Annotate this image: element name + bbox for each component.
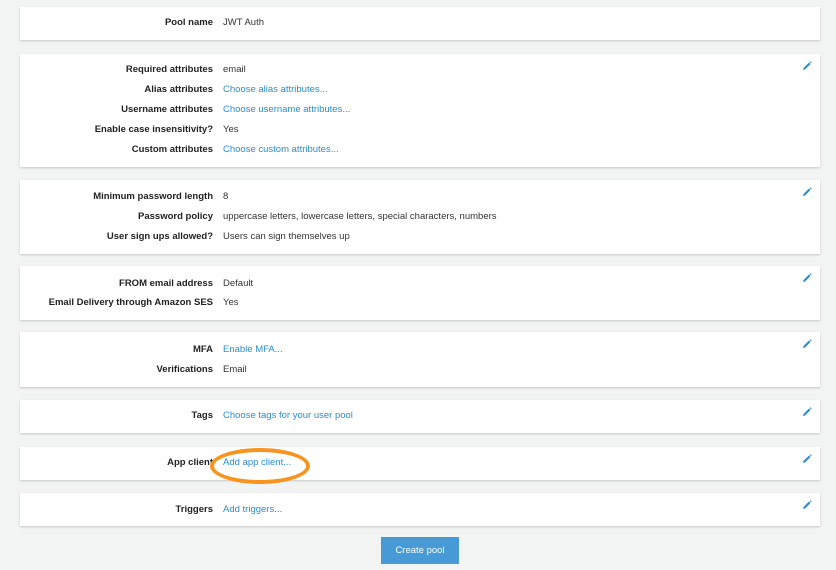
row-tags: Tags Choose tags for your user pool bbox=[20, 409, 820, 423]
section-card: App client Add app client... bbox=[20, 447, 820, 480]
row-mfa: MFA Enable MFA... bbox=[20, 343, 820, 357]
row-username-attributes: Username attributes Choose username attri… bbox=[20, 103, 820, 117]
field-value: Yes bbox=[223, 124, 239, 135]
field-label: Password policy bbox=[138, 211, 213, 222]
pencil-edit-icon[interactable] bbox=[802, 407, 812, 417]
row-password-policy: Password policy uppercase letters, lowerc… bbox=[20, 210, 820, 224]
field-label: App client bbox=[167, 457, 213, 468]
row-alias-attributes: Alias attributes Choose alias attributes.… bbox=[20, 83, 820, 97]
field-label: Required attributes bbox=[125, 64, 213, 75]
mfa-link[interactable]: Enable MFA... bbox=[223, 343, 283, 357]
custom-attributes-link[interactable]: Choose custom attributes... bbox=[223, 143, 339, 157]
row-from-email-address: FROM email address Default bbox=[20, 277, 820, 291]
triggers-link[interactable]: Add triggers... bbox=[223, 503, 282, 517]
section-card: Required attributes email Alias attributes… bbox=[20, 54, 820, 167]
section-card: Minimum password length 8 Password policy u… bbox=[20, 180, 820, 254]
field-label: Triggers bbox=[175, 504, 214, 515]
field-label: Tags bbox=[191, 410, 213, 421]
field-label: MFA bbox=[192, 344, 213, 355]
field-label: Verifications bbox=[156, 364, 214, 375]
row-enable-case-insensitivity: Enable case insensitivity? Yes bbox=[20, 123, 820, 137]
pencil-edit-icon[interactable] bbox=[802, 187, 812, 197]
field-value: Default bbox=[223, 278, 254, 289]
section-card: Pool name JWT Auth bbox=[20, 7, 820, 40]
create-pool-button[interactable]: Create pool bbox=[381, 537, 459, 564]
field-label: Email Delivery through Amazon SES bbox=[48, 297, 213, 308]
field-label: Custom attributes bbox=[131, 144, 213, 155]
field-value: Yes bbox=[223, 297, 239, 308]
section-card: FROM email address Default Email Delivery … bbox=[20, 266, 820, 320]
row-custom-attributes: Custom attributes Choose custom attribute… bbox=[20, 143, 820, 157]
field-value: JWT Auth bbox=[223, 17, 265, 28]
field-label: Pool name bbox=[164, 17, 213, 28]
section-card: MFA Enable MFA... Verifications Email bbox=[20, 332, 820, 387]
row-app-client: App client Add app client... bbox=[20, 456, 820, 470]
app-client-link[interactable]: Add app client... bbox=[223, 456, 291, 470]
field-label: Username attributes bbox=[121, 104, 213, 115]
row-required-attributes: Required attributes email bbox=[20, 63, 820, 77]
tags-link[interactable]: Choose tags for your user pool bbox=[223, 409, 353, 423]
row-email-delivery-through-amazon-ses: Email Delivery through Amazon SES Yes bbox=[20, 296, 820, 310]
alias-attributes-link[interactable]: Choose alias attributes... bbox=[223, 83, 328, 97]
section-card: Tags Choose tags for your user pool bbox=[20, 400, 820, 433]
field-value: Email bbox=[223, 364, 247, 375]
pencil-edit-icon[interactable] bbox=[802, 273, 812, 283]
field-value: email bbox=[223, 64, 246, 75]
field-label: FROM email address bbox=[119, 278, 213, 289]
row-pool-name: Pool name JWT Auth bbox=[20, 16, 820, 30]
row-user-sign-ups-allowed: User sign ups allowed? Users can sign the… bbox=[20, 230, 820, 244]
field-label: Minimum password length bbox=[93, 191, 213, 202]
field-value: Users can sign themselves up bbox=[223, 231, 350, 242]
field-label: Alias attributes bbox=[144, 84, 213, 95]
field-value: uppercase letters, lowercase letters, sp… bbox=[223, 211, 497, 222]
pencil-edit-icon[interactable] bbox=[802, 500, 812, 510]
section-card: Triggers Add triggers... bbox=[20, 493, 820, 526]
row-triggers: Triggers Add triggers... bbox=[20, 503, 820, 517]
field-label: User sign ups allowed? bbox=[106, 231, 213, 242]
row-verifications: Verifications Email bbox=[20, 363, 820, 377]
field-value: 8 bbox=[223, 191, 229, 202]
row-minimum-password-length: Minimum password length 8 bbox=[20, 190, 820, 204]
field-label: Enable case insensitivity? bbox=[94, 124, 213, 135]
username-attributes-link[interactable]: Choose username attributes... bbox=[223, 103, 350, 117]
pencil-edit-icon[interactable] bbox=[802, 339, 812, 349]
pencil-edit-icon[interactable] bbox=[802, 61, 812, 71]
pencil-edit-icon[interactable] bbox=[802, 454, 812, 464]
